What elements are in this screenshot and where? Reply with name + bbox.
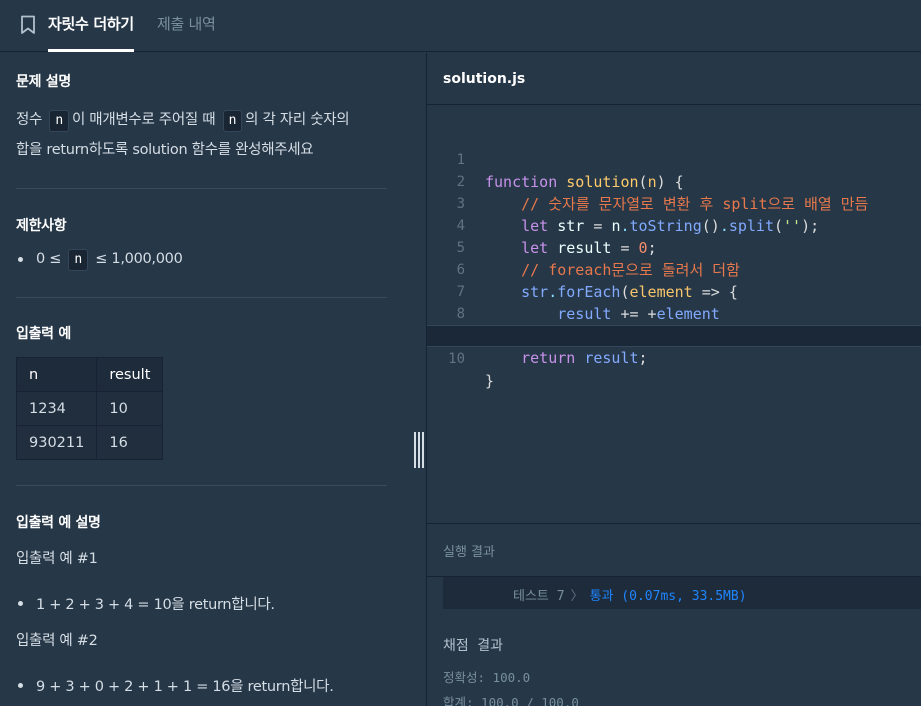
- divider: [16, 188, 387, 189]
- table-cell: 930211: [15, 425, 98, 460]
- file-tab[interactable]: solution.js: [427, 53, 921, 105]
- code-line[interactable]: 9 return result;: [427, 303, 921, 367]
- code-line[interactable]: 8 });: [427, 281, 921, 345]
- description-line-1: 정수 n이 매개변수로 주어질 때 n의 각 자리 숫자의: [16, 105, 350, 135]
- code-line[interactable]: 6 str.forEach(element => {: [427, 237, 921, 301]
- table-cell: 16: [96, 425, 164, 460]
- code-line-current[interactable]: 10 }: [427, 325, 921, 390]
- test-status: 통과 (0.07ms, 33.5MB): [589, 589, 747, 604]
- description-heading: 문제 설명: [16, 74, 71, 90]
- editor-panel: solution.js 1 function solution(n) { 2 /…: [427, 53, 921, 706]
- column-header: result: [96, 357, 164, 392]
- code-line[interactable]: 7 result += +element: [427, 259, 921, 323]
- table-row: 930211 16: [15, 425, 164, 460]
- inline-code: n: [222, 110, 243, 132]
- example-2-bullet: 9 + 3 + 0 + 2 + 1 + 1 = 16을 return합니다.: [18, 675, 334, 696]
- code-line[interactable]: 5 // foreach문으로 돌려서 더함: [427, 215, 921, 279]
- code-line[interactable]: 2 // 숫자를 문자열로 변환 후 split으로 배열 만듬: [427, 149, 921, 213]
- top-tab-bar: 자릿수 더하기 제출 내역: [0, 0, 921, 52]
- example-1-bullet: 1 + 2 + 3 + 4 = 10을 return합니다.: [18, 593, 275, 614]
- result-title: 실행 결과: [443, 545, 495, 560]
- column-header: n: [15, 357, 98, 392]
- description-line-2: 합을 return하도록 solution 함수를 완성해주세요: [16, 142, 314, 158]
- example-1-title: 입출력 예 #1: [16, 551, 98, 567]
- result-output: 테스트 7 〉 통과 (0.07ms, 33.5MB) 채점 결과 정확성: 100…: [427, 577, 921, 706]
- tab-problem[interactable]: 자릿수 더하기: [48, 13, 134, 52]
- table-row: 1234 10: [15, 391, 164, 426]
- accuracy-score: 정확성: 100.0: [443, 670, 531, 685]
- code-line[interactable]: 1 function solution(n) {: [427, 127, 921, 191]
- code-line[interactable]: 3 let str = n.toString().split('');: [427, 171, 921, 235]
- io-desc-heading: 입출력 예 설명: [16, 515, 101, 531]
- table-cell: 10: [96, 391, 164, 426]
- table-header-row: n result: [15, 357, 164, 392]
- code-line[interactable]: 4 let result = 0;: [427, 193, 921, 257]
- test-case-row: 테스트 7 〉 통과 (0.07ms, 33.5MB): [513, 589, 747, 604]
- table-cell: 1234: [15, 391, 98, 426]
- bookmark-icon[interactable]: [19, 15, 37, 35]
- test-results-box: 테스트 7 〉 통과 (0.07ms, 33.5MB): [443, 577, 921, 609]
- limit-item: 0 ≤ n ≤ 1,000,000: [18, 249, 183, 271]
- divider: [16, 485, 387, 486]
- io-heading: 입출력 예: [16, 326, 71, 342]
- file-name: solution.js: [443, 71, 526, 87]
- tab-submissions[interactable]: 제출 내역: [157, 13, 216, 34]
- problem-panel: 문제 설명 정수 n이 매개변수로 주어질 때 n의 각 자리 숫자의 합을 r…: [0, 53, 426, 706]
- limits-heading: 제한사항: [16, 218, 67, 234]
- code-editor[interactable]: 1 function solution(n) { 2 // 숫자를 문자열로 변…: [427, 106, 921, 522]
- inline-code: n: [68, 249, 88, 271]
- divider: [16, 297, 387, 298]
- total-score: 합계: 100.0 / 100.0: [443, 695, 579, 706]
- grade-title: 채점 결과: [443, 638, 503, 654]
- result-header: 실행 결과: [427, 523, 921, 577]
- resize-handle[interactable]: [412, 432, 424, 468]
- example-2-title: 입출력 예 #2: [16, 633, 98, 649]
- chevron-right-icon: 〉: [570, 589, 584, 604]
- inline-code: n: [49, 110, 69, 132]
- io-example-table: n result 1234 10 930211 16: [15, 357, 164, 460]
